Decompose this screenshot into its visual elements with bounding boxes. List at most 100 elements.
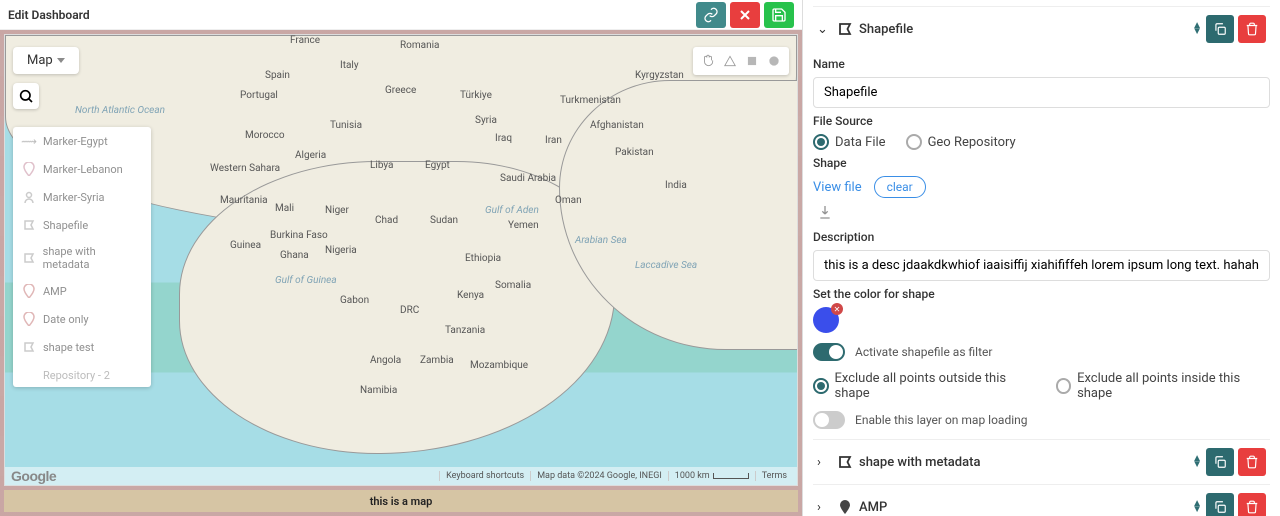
country-label: Greece bbox=[385, 85, 416, 96]
country-label: Nigeria bbox=[325, 245, 357, 256]
close-button[interactable] bbox=[730, 2, 760, 28]
radio-exclude-outside[interactable]: Exclude all points outside this shape bbox=[813, 371, 1036, 401]
circle-tool[interactable] bbox=[763, 51, 785, 71]
country-label: Chad bbox=[375, 215, 398, 226]
shape-icon bbox=[837, 21, 853, 37]
layer-item[interactable]: ⟿Marker-Egypt bbox=[13, 127, 151, 155]
layer-item[interactable]: Date only bbox=[13, 305, 151, 333]
pin-icon bbox=[21, 283, 37, 299]
country-label: Algeria bbox=[295, 150, 326, 161]
layer-item[interactable]: shape with metadata bbox=[13, 239, 151, 277]
description-input[interactable] bbox=[813, 250, 1270, 281]
layer-item[interactable]: Marker-Syria bbox=[13, 183, 151, 211]
download-icon bbox=[817, 204, 833, 220]
shape-icon bbox=[21, 339, 37, 355]
layer-item[interactable]: AMP bbox=[13, 277, 151, 305]
country-label: India bbox=[665, 180, 687, 191]
sea-label: Arabian Sea bbox=[575, 235, 627, 246]
map-widget[interactable]: North Atlantic Ocean Arabian Sea Gulf of… bbox=[4, 34, 798, 486]
radio-exclude-inside[interactable]: Exclude all points inside this shape bbox=[1056, 371, 1270, 401]
section-title: AMP bbox=[859, 500, 887, 515]
country-label: Kyrgyzstan bbox=[635, 70, 684, 81]
duplicate-button[interactable] bbox=[1206, 15, 1234, 43]
clear-button[interactable]: clear bbox=[874, 176, 926, 198]
path-icon: ⟿ bbox=[21, 133, 37, 149]
map-type-dropdown[interactable]: Map bbox=[13, 47, 79, 74]
terms-link[interactable]: Terms bbox=[755, 471, 793, 481]
sea-label: Gulf of Guinea bbox=[275, 275, 337, 286]
duplicate-button[interactable] bbox=[1206, 448, 1234, 476]
activate-filter-toggle[interactable] bbox=[813, 343, 845, 361]
delete-button[interactable] bbox=[1238, 493, 1266, 516]
delete-button[interactable] bbox=[1238, 448, 1266, 476]
rect-tool[interactable] bbox=[741, 51, 763, 71]
country-label: Türkiye bbox=[460, 90, 492, 101]
save-button[interactable] bbox=[764, 2, 794, 28]
country-label: Angola bbox=[370, 355, 401, 366]
country-label: Yemen bbox=[508, 220, 539, 231]
layer-item[interactable]: shape test bbox=[13, 333, 151, 361]
enable-layer-toggle[interactable] bbox=[813, 411, 845, 429]
reorder-control[interactable]: ▲▼ bbox=[1192, 501, 1202, 513]
map-attribution: Google Keyboard shortcuts Map data ©2024… bbox=[5, 467, 797, 485]
country-label: Burkina Faso bbox=[270, 230, 328, 241]
section-shape-metadata-header[interactable]: › shape with metadata ▲▼ bbox=[813, 439, 1270, 484]
name-input[interactable] bbox=[813, 77, 1270, 108]
country-label: Sudan bbox=[430, 215, 458, 226]
country-label: Ethiopia bbox=[465, 253, 501, 264]
pin-icon bbox=[21, 311, 37, 327]
color-swatch[interactable]: ✕ bbox=[813, 307, 839, 333]
country-label: Egypt bbox=[425, 160, 450, 171]
caret-down-icon bbox=[57, 58, 65, 63]
keyboard-shortcuts-link[interactable]: Keyboard shortcuts bbox=[439, 471, 530, 481]
view-file-link[interactable]: View file bbox=[813, 180, 862, 195]
polygon-tool[interactable] bbox=[719, 51, 741, 71]
clear-color-icon[interactable]: ✕ bbox=[831, 303, 843, 315]
radio-data-file[interactable]: Data File bbox=[813, 134, 886, 150]
pin-icon bbox=[837, 499, 853, 515]
close-icon bbox=[737, 7, 753, 23]
pin-icon bbox=[21, 161, 37, 177]
layer-item[interactable]: Marker-Lebanon bbox=[13, 155, 151, 183]
delete-button[interactable] bbox=[1238, 15, 1266, 43]
link-icon bbox=[703, 7, 719, 23]
country-label: Turkmenistan bbox=[560, 95, 621, 106]
country-label: Morocco bbox=[245, 130, 285, 141]
duplicate-button[interactable] bbox=[1206, 493, 1234, 516]
country-label: Mali bbox=[275, 203, 294, 214]
country-label: Mauritania bbox=[220, 195, 268, 206]
country-label: Italy bbox=[340, 60, 359, 71]
country-label: Afghanistan bbox=[590, 120, 644, 131]
country-label: Kenya bbox=[457, 290, 484, 301]
file-source-label: File Source bbox=[813, 114, 1270, 128]
download-button[interactable] bbox=[817, 204, 1266, 224]
chevron-right-icon: › bbox=[817, 455, 831, 470]
section-shapefile-header[interactable]: ⌄ Shapefile ▲▼ bbox=[813, 6, 1270, 51]
country-label: Somalia bbox=[495, 280, 531, 291]
country-label: Iraq bbox=[495, 133, 512, 144]
copy-icon bbox=[1213, 500, 1227, 514]
layer-list: ⟿Marker-Egypt Marker-Lebanon Marker-Syri… bbox=[13, 127, 151, 387]
reorder-control[interactable]: ▲▼ bbox=[1192, 456, 1202, 468]
pin-icon bbox=[21, 367, 37, 383]
section-title: Shapefile bbox=[859, 22, 913, 37]
chevron-right-icon: › bbox=[817, 500, 831, 515]
country-label: France bbox=[290, 35, 320, 46]
country-label: Iran bbox=[545, 135, 562, 146]
pan-tool[interactable] bbox=[697, 51, 719, 71]
description-label: Description bbox=[813, 230, 1270, 244]
country-label: Portugal bbox=[240, 90, 278, 101]
search-button[interactable] bbox=[13, 83, 39, 109]
layer-item[interactable]: Shapefile bbox=[13, 211, 151, 239]
color-label: Set the color for shape bbox=[813, 287, 1270, 301]
shape-label: Shape bbox=[813, 156, 1270, 170]
activate-filter-label: Activate shapefile as filter bbox=[855, 345, 992, 359]
search-icon bbox=[18, 88, 34, 104]
layer-item[interactable]: Repository - 2 bbox=[13, 361, 151, 387]
link-button[interactable] bbox=[696, 2, 726, 28]
google-logo: Google bbox=[11, 468, 56, 484]
person-icon bbox=[21, 189, 37, 205]
section-amp-header[interactable]: › AMP ▲▼ bbox=[813, 484, 1270, 516]
radio-geo-repo[interactable]: Geo Repository bbox=[906, 134, 1016, 150]
reorder-control[interactable]: ▲▼ bbox=[1192, 23, 1202, 35]
